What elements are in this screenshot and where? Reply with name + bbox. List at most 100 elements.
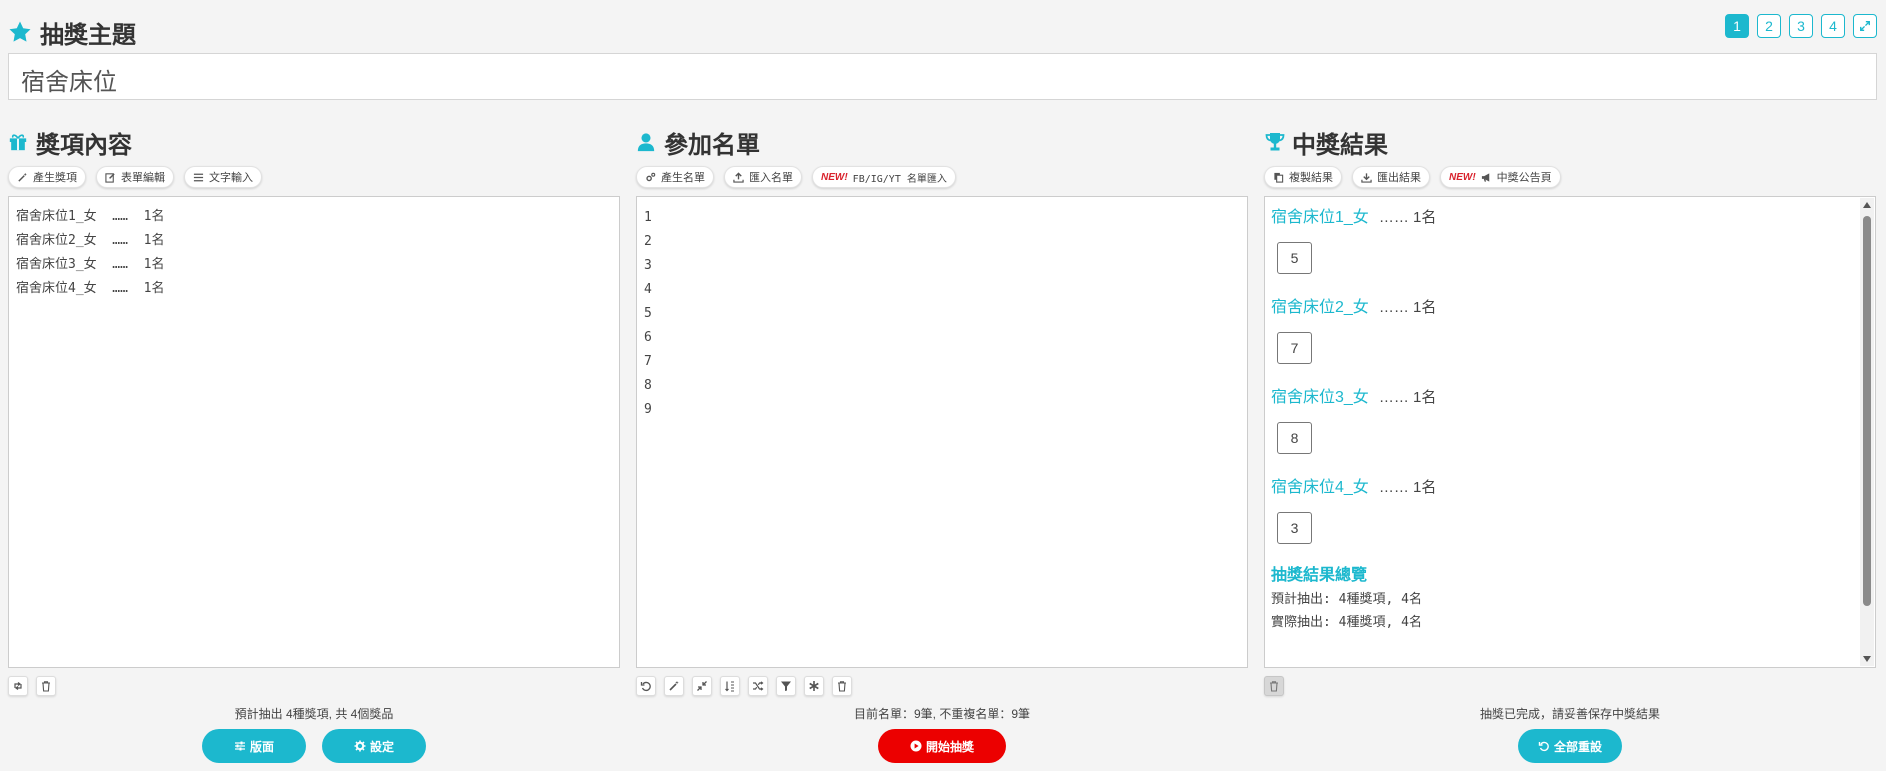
asterisk-button[interactable] (804, 676, 824, 696)
topic-input[interactable]: 宿舍床位 (8, 53, 1877, 100)
text-input-button[interactable]: 文字輸入 (184, 166, 262, 188)
participant-line: 9 (644, 402, 652, 417)
text-input-label: 文字輸入 (209, 172, 253, 184)
result-prize-quantity: …… 1名 (1378, 389, 1437, 406)
magic-wand-icon (18, 172, 27, 182)
winner-badge: 3 (1277, 512, 1312, 544)
summary-line: 預計抽出: 4種獎項, 4名 (1271, 592, 1422, 607)
summary-line: 實際抽出: 4種獎項, 4名 (1271, 615, 1422, 630)
expand-icon (1860, 21, 1870, 31)
cogs-icon (646, 172, 656, 181)
participant-line: 7 (644, 354, 652, 369)
copy-results-label: 複製結果 (1289, 172, 1333, 184)
participant-line: 8 (644, 378, 652, 393)
scroll-down-arrow-icon[interactable] (1863, 656, 1871, 662)
participant-line: 1 (644, 210, 652, 225)
form-edit-button[interactable]: 表單編輯 (96, 166, 174, 188)
prize-line: 宿舍床位3_女 …… 1名 (16, 257, 165, 272)
import-list-button[interactable]: 匯入名單 (724, 166, 802, 188)
bullhorn-icon (1481, 172, 1489, 182)
filter-button[interactable] (776, 676, 796, 696)
topic-header: 抽獎主題 (8, 14, 136, 50)
announcement-page-label: 中獎公告頁 (1496, 172, 1552, 184)
prize-line: 宿舍床位4_女 …… 1名 (16, 281, 165, 296)
page-button-2[interactable]: 2 (1757, 14, 1781, 38)
start-draw-label: 開始抽獎 (925, 739, 974, 754)
prizes-textarea[interactable]: 宿舍床位1_女 …… 1名 宿舍床位2_女 …… 1名 宿舍床位3_女 …… 1… (8, 196, 620, 668)
scroll-up-arrow-icon[interactable] (1863, 202, 1871, 208)
result-prize-name: 宿舍床位4_女 (1271, 479, 1369, 496)
sort-icon (725, 681, 734, 692)
prize-line: 宿舍床位2_女 …… 1名 (16, 233, 165, 248)
participant-line: 4 (644, 282, 652, 297)
settings-label: 設定 (369, 739, 394, 754)
user-icon (636, 130, 658, 154)
fullscreen-button[interactable] (1853, 14, 1877, 38)
results-scrollbar[interactable] (1860, 198, 1874, 666)
undo-button[interactable] (636, 676, 656, 696)
winner-badge: 5 (1277, 242, 1312, 274)
refresh-prizes-button[interactable] (8, 676, 28, 696)
page-switcher: 1 2 3 4 (1725, 14, 1877, 38)
results-title: 中獎結果 (1292, 131, 1388, 159)
sliders-icon (234, 741, 245, 751)
undo-icon (640, 681, 651, 692)
shuffle-button[interactable] (748, 676, 768, 696)
reset-icon (1538, 741, 1549, 752)
export-results-button[interactable]: 匯出結果 (1352, 166, 1430, 188)
result-group: 宿舍床位2_女 …… 1名 7 (1271, 296, 1869, 364)
page-button-4[interactable]: 4 (1821, 14, 1845, 38)
social-import-label: FB/IG/YT 名單匯入 (852, 173, 947, 185)
clear-results-button[interactable] (1264, 676, 1284, 696)
results-panel: 中獎結果 複製結果 匯出結果 NEW! 中獎公告頁 宿舍床位1_女 …… 1名 5… (1264, 124, 1876, 763)
settings-button[interactable]: 設定 (322, 729, 426, 763)
list-icon (193, 173, 204, 181)
result-prize-name: 宿舍床位3_女 (1271, 389, 1369, 406)
compress-icon (697, 681, 707, 691)
result-prize-name: 宿舍床位1_女 (1271, 209, 1369, 226)
start-draw-button[interactable]: 開始抽獎 (878, 729, 1006, 763)
play-circle-icon (910, 740, 922, 752)
participants-title: 參加名單 (664, 131, 760, 159)
sort-button[interactable] (720, 676, 740, 696)
retweet-icon (14, 682, 22, 690)
generate-prizes-button[interactable]: 產生獎項 (8, 166, 86, 188)
star-icon (8, 20, 32, 44)
reset-all-button[interactable]: 全部重設 (1518, 729, 1622, 763)
scrollbar-thumb[interactable] (1863, 216, 1871, 606)
announcement-page-button[interactable]: NEW! 中獎公告頁 (1440, 166, 1561, 188)
participants-panel: 參加名單 產生名單 匯入名單 NEW! FB/IG/YT 名單匯入 1 2 3 … (636, 124, 1248, 763)
result-prize-quantity: …… 1名 (1378, 299, 1437, 316)
clear-participants-button[interactable] (832, 676, 852, 696)
generate-list-button[interactable]: 產生名單 (636, 166, 714, 188)
participant-line: 2 (644, 234, 652, 249)
results-box[interactable]: 宿舍床位1_女 …… 1名 5 宿舍床位2_女 …… 1名 7 宿舍床位3_女 …… … (1264, 196, 1876, 668)
copy-icon (1274, 172, 1284, 183)
compress-button[interactable] (692, 676, 712, 696)
import-list-label: 匯入名單 (749, 172, 793, 184)
page-button-1[interactable]: 1 (1725, 14, 1749, 38)
layout-button[interactable]: 版面 (202, 729, 306, 763)
magic-wand-icon (669, 681, 679, 691)
result-prize-name: 宿舍床位2_女 (1271, 299, 1369, 316)
participants-textarea[interactable]: 1 2 3 4 5 6 7 8 9 (636, 196, 1248, 668)
filter-icon (781, 681, 791, 691)
winner-badge: 8 (1277, 422, 1312, 454)
gift-icon (8, 130, 30, 154)
upload-icon (733, 171, 744, 183)
page-button-3[interactable]: 3 (1789, 14, 1813, 38)
topic-title: 抽獎主題 (40, 21, 136, 49)
social-import-button[interactable]: NEW! FB/IG/YT 名單匯入 (812, 166, 956, 188)
trash-icon (1270, 681, 1278, 692)
trash-icon (838, 681, 846, 692)
copy-results-button[interactable]: 複製結果 (1264, 166, 1342, 188)
prizes-panel: 獎項內容 產生獎項 表單編輯 文字輸入 宿舍床位1_女 …… 1名 宿舍床位2_… (8, 124, 620, 763)
trash-icon (42, 681, 50, 692)
new-badge: NEW! (821, 171, 848, 183)
participant-line: 3 (644, 258, 652, 273)
gear-icon (354, 740, 366, 752)
result-prize-quantity: …… 1名 (1378, 479, 1437, 496)
magic-button[interactable] (664, 676, 684, 696)
edit-icon (105, 172, 115, 183)
clear-prizes-button[interactable] (36, 676, 56, 696)
